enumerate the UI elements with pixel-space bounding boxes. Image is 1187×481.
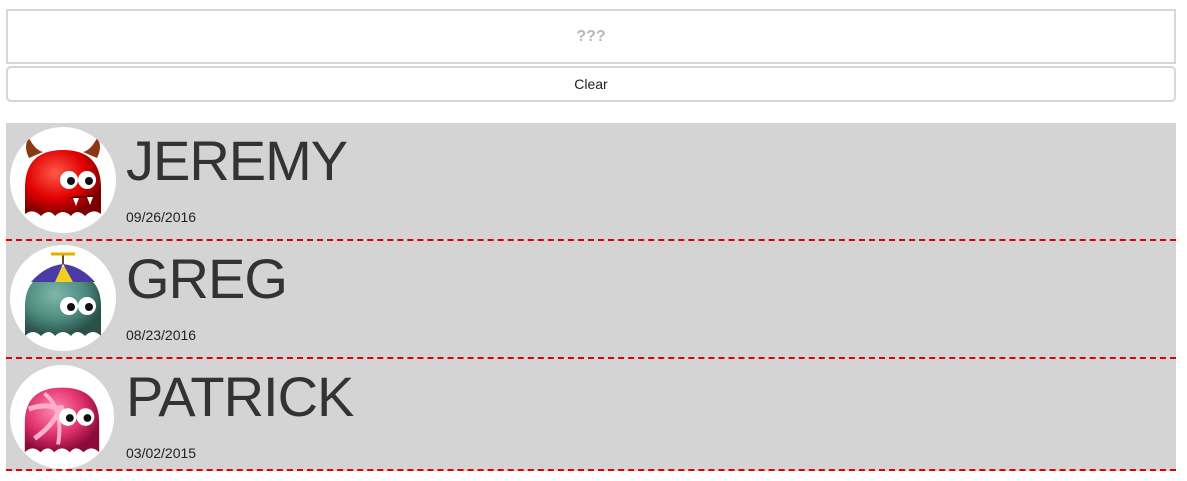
- list-item[interactable]: GREG 08/23/2016: [6, 241, 1176, 359]
- list-item[interactable]: PATRICK 03/02/2015: [6, 359, 1176, 471]
- person-date: 09/26/2016: [126, 209, 197, 225]
- people-list: JEREMY 09/26/2016 GREG 08/23/2016 PATRIC…: [6, 123, 1176, 471]
- person-info: GREG 08/23/2016: [126, 247, 288, 344]
- person-name: JEREMY: [126, 129, 348, 192]
- clear-button-label: Clear: [574, 76, 608, 92]
- avatar: [10, 127, 116, 233]
- avatar: [10, 365, 114, 469]
- person-name: PATRICK: [126, 365, 354, 428]
- list-item[interactable]: JEREMY 09/26/2016: [6, 123, 1176, 241]
- name-input[interactable]: ???: [6, 9, 1176, 64]
- person-date: 08/23/2016: [126, 327, 197, 343]
- name-input-value: ???: [576, 27, 606, 45]
- person-info: PATRICK 03/02/2015: [126, 365, 354, 462]
- person-date: 03/02/2015: [126, 445, 197, 461]
- person-info: JEREMY 09/26/2016: [126, 129, 348, 226]
- clear-button[interactable]: Clear: [6, 66, 1176, 102]
- avatar: [10, 245, 116, 351]
- pink-candy-swirl-monster-icon: [24, 387, 100, 453]
- red-devil-monster-icon: [25, 138, 101, 216]
- teal-propeller-cap-monster-icon: [25, 252, 101, 336]
- person-name: GREG: [126, 247, 288, 310]
- app-container: ??? Clear JEREMY 09/26/2016 GREG 08/23/2…: [6, 9, 1176, 471]
